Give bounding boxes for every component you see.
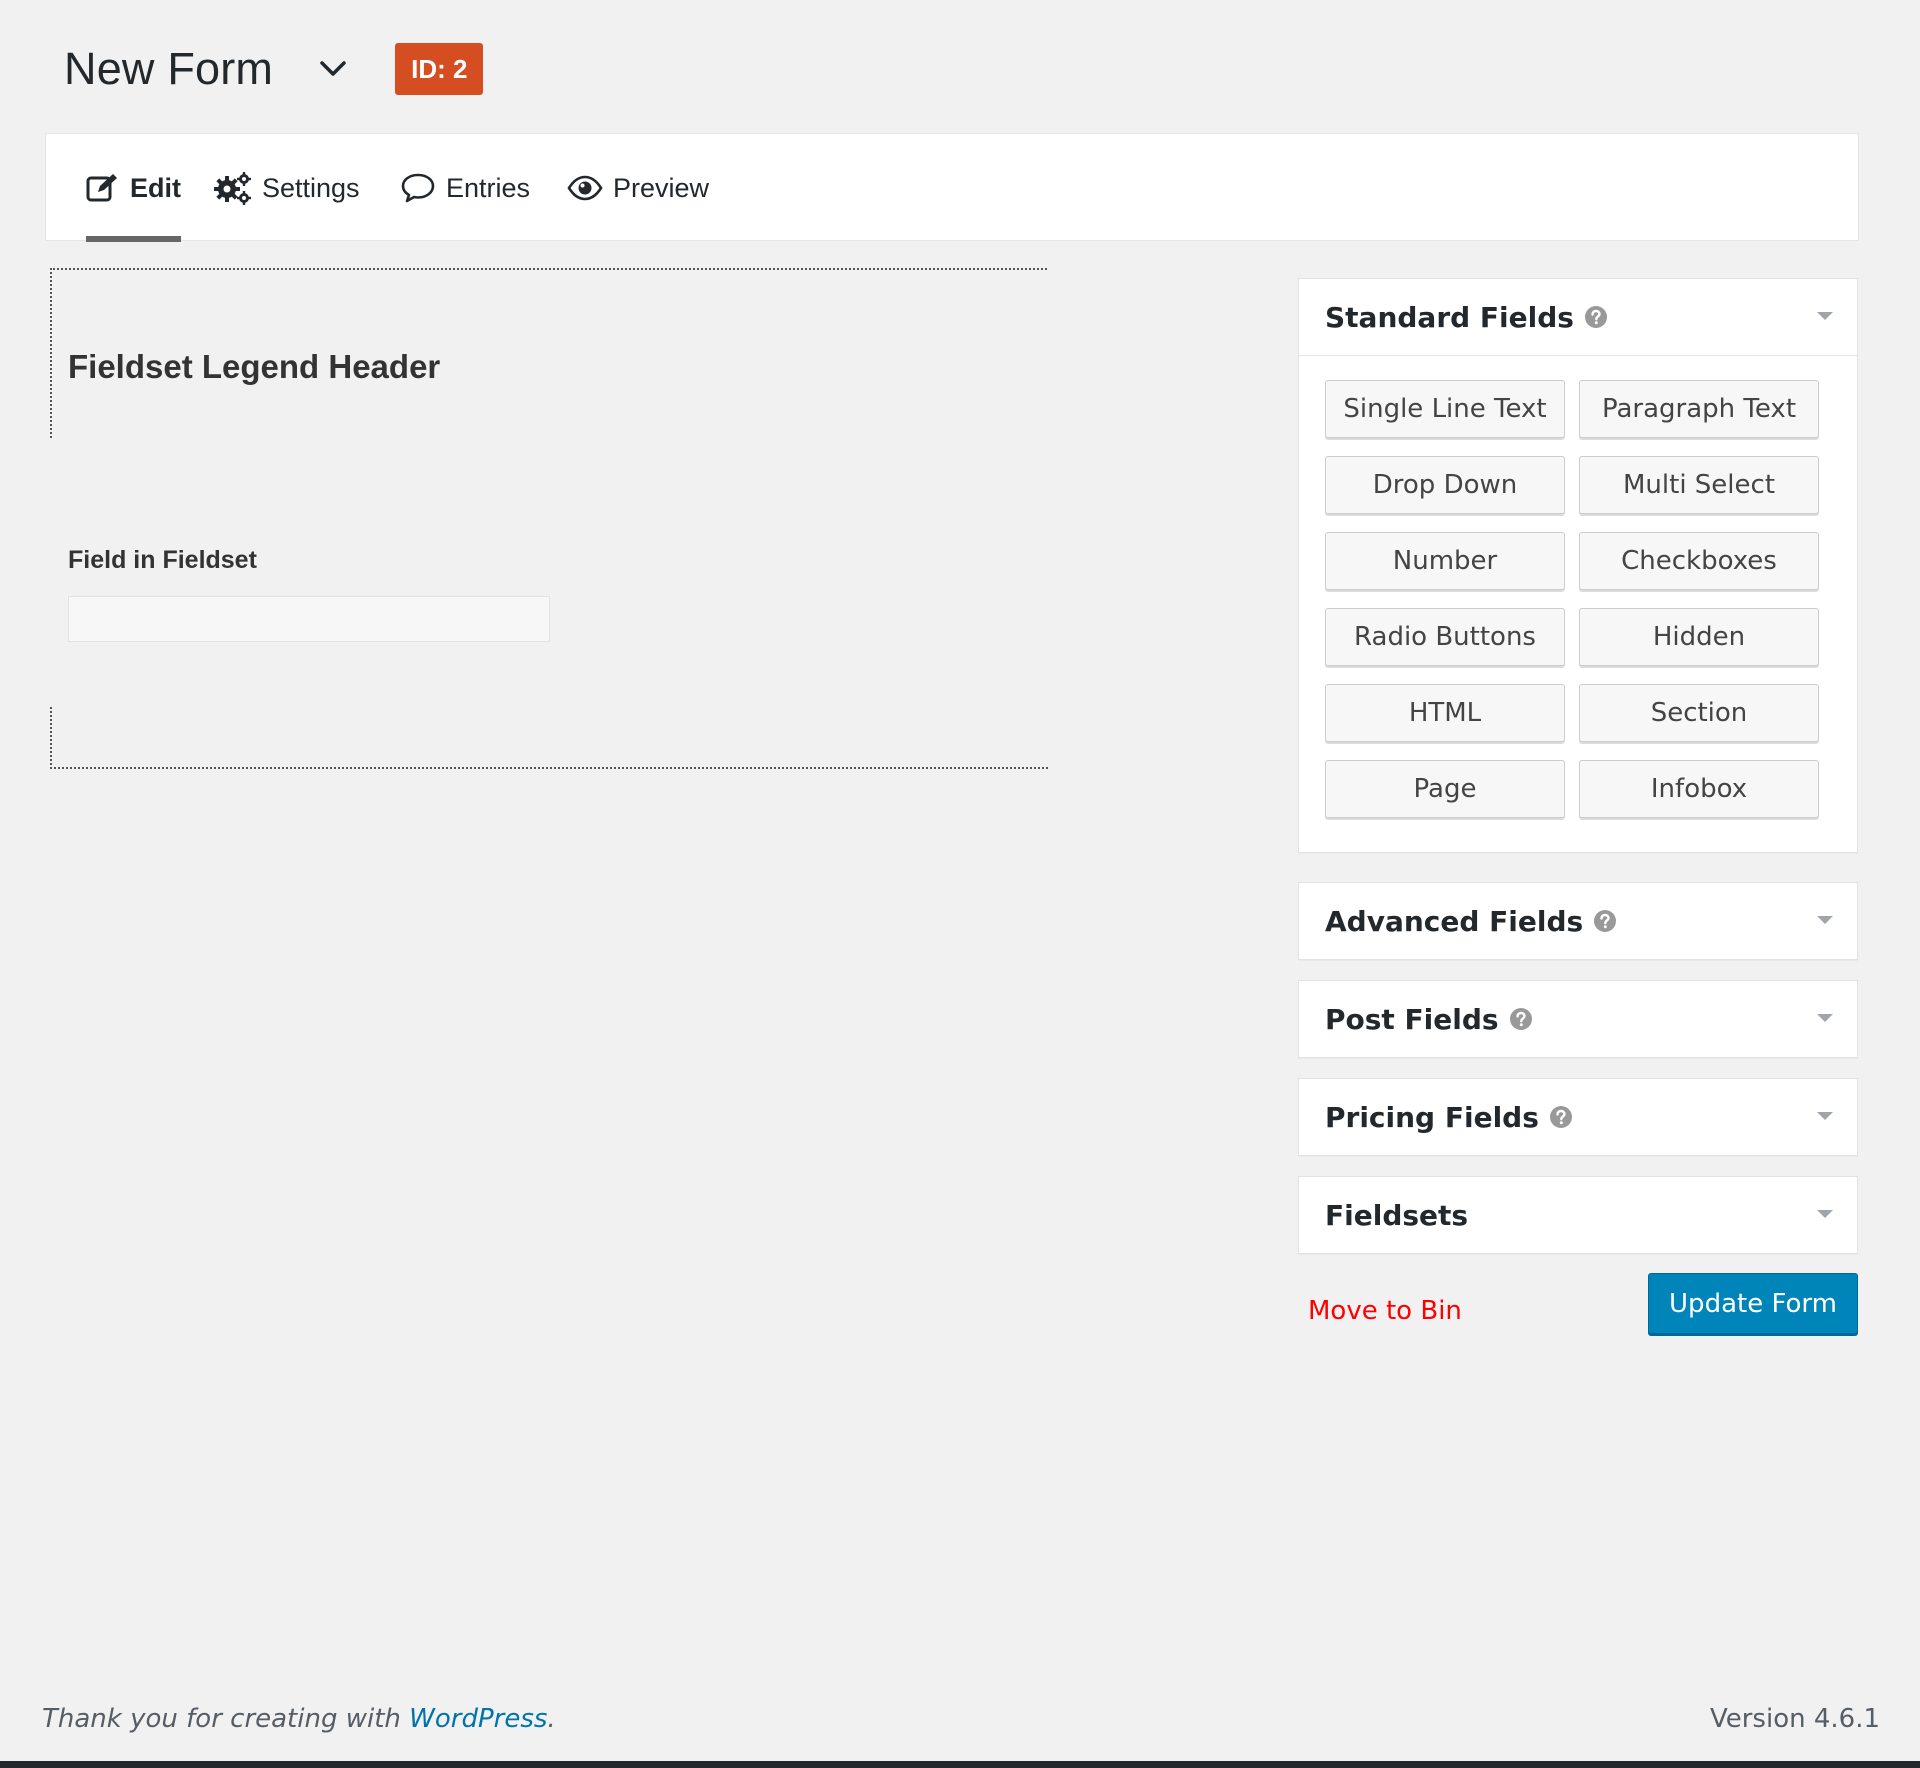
field-in-fieldset-input[interactable] [68, 596, 550, 642]
standard-fields-buttons: Single Line Text Paragraph Text Drop Dow… [1299, 355, 1857, 852]
radio-buttons-button[interactable]: Radio Buttons [1325, 608, 1565, 666]
form-editor-page: New Form ID: 2 Edit Settings Entries Pre… [0, 0, 1920, 1768]
tab-entries[interactable]: Entries [400, 134, 530, 242]
fieldset-legend: Fieldset Legend Header [68, 348, 441, 385]
form-id-badge: ID: 2 [395, 43, 484, 95]
section-button[interactable]: Section [1579, 684, 1819, 742]
form-header: New Form ID: 2 [64, 36, 484, 102]
help-icon[interactable] [1593, 909, 1617, 933]
pricing-fields-title: Pricing Fields [1325, 1100, 1539, 1134]
caret-down-icon[interactable] [1817, 1112, 1833, 1120]
page-button[interactable]: Page [1325, 760, 1565, 818]
edit-icon [86, 172, 120, 204]
advanced-fields-title: Advanced Fields [1325, 904, 1584, 938]
gears-icon [214, 171, 252, 205]
caret-down-icon[interactable] [1817, 1014, 1833, 1022]
tab-preview[interactable]: Preview [567, 134, 709, 242]
update-form-button[interactable]: Update Form [1648, 1273, 1858, 1334]
footer-version: Version 4.6.1 [1709, 1704, 1880, 1734]
post-fields-header[interactable]: Post Fields [1299, 981, 1857, 1057]
eye-icon [567, 175, 603, 201]
html-button[interactable]: HTML [1325, 684, 1565, 742]
caret-down-icon[interactable] [1817, 312, 1833, 320]
post-fields-panel: Post Fields [1298, 980, 1858, 1058]
comment-icon [400, 172, 436, 204]
number-button[interactable]: Number [1325, 532, 1565, 590]
pricing-fields-header[interactable]: Pricing Fields [1299, 1079, 1857, 1155]
wordpress-link[interactable]: WordPress [409, 1704, 547, 1734]
footer-thanks-prefix: Thank you for creating with [42, 1704, 410, 1734]
paragraph-text-button[interactable]: Paragraph Text [1579, 380, 1819, 438]
standard-fields-header[interactable]: Standard Fields [1299, 279, 1857, 355]
form-title: New Form [64, 43, 274, 94]
fieldsets-header[interactable]: Fieldsets [1299, 1177, 1857, 1253]
caret-down-icon[interactable] [1817, 1210, 1833, 1218]
form-tabs-bar: Edit Settings Entries Preview [45, 133, 1859, 242]
pricing-fields-panel: Pricing Fields [1298, 1078, 1858, 1156]
fieldsets-panel: Fieldsets [1298, 1176, 1858, 1254]
drop-down-button[interactable]: Drop Down [1325, 456, 1565, 514]
single-line-text-button[interactable]: Single Line Text [1325, 380, 1565, 438]
field-label: Field in Fieldset [68, 546, 257, 574]
multi-select-button[interactable]: Multi Select [1579, 456, 1819, 514]
fieldsets-title: Fieldsets [1325, 1198, 1469, 1232]
fieldset-border-bottom [50, 767, 1048, 769]
post-fields-title: Post Fields [1325, 1002, 1499, 1036]
tab-edit[interactable]: Edit [86, 134, 181, 242]
tab-preview-label: Preview [613, 172, 710, 203]
help-icon[interactable] [1549, 1105, 1573, 1129]
fieldset-border-left-bottom [50, 707, 52, 769]
caret-down-icon[interactable] [1817, 916, 1833, 924]
footer-thanks-suffix: . [547, 1704, 556, 1734]
move-to-bin-link[interactable]: Move to Bin [1308, 1296, 1462, 1326]
checkboxes-button[interactable]: Checkboxes [1579, 532, 1819, 590]
tab-edit-label: Edit [130, 172, 181, 203]
form-switcher-chevron-down-icon[interactable] [315, 51, 351, 87]
hidden-button[interactable]: Hidden [1579, 608, 1819, 666]
advanced-fields-header[interactable]: Advanced Fields [1299, 883, 1857, 959]
infobox-button[interactable]: Infobox [1579, 760, 1819, 818]
tab-settings[interactable]: Settings [214, 134, 360, 242]
help-icon[interactable] [1584, 305, 1608, 329]
footer-thanks: Thank you for creating with WordPress. [42, 1704, 556, 1734]
fieldset-border-top [50, 268, 1047, 270]
tab-entries-label: Entries [446, 172, 531, 203]
advanced-fields-panel: Advanced Fields [1298, 882, 1858, 960]
fieldset-container[interactable]: Fieldset Legend Header Field in Fieldset [50, 268, 1048, 769]
help-icon[interactable] [1509, 1007, 1533, 1031]
fieldset-border-left-top [50, 268, 52, 438]
standard-fields-panel: Standard Fields Single Line Text Paragra… [1298, 278, 1858, 853]
standard-fields-title: Standard Fields [1325, 300, 1574, 334]
tab-settings-label: Settings [262, 172, 360, 203]
bottom-strip [0, 1761, 1920, 1768]
